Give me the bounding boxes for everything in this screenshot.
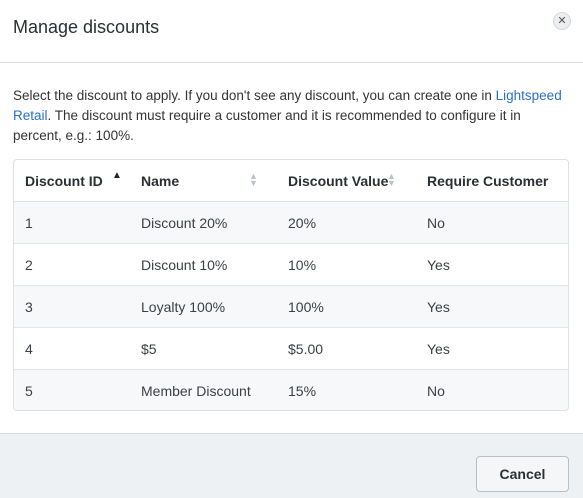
column-header-require-customer: Require Customer [416, 160, 568, 202]
cell-require-customer: No [416, 201, 568, 244]
description-text-before: Select the discount to apply. If you don… [13, 88, 496, 103]
modal-header: Manage discounts ✕ [0, 0, 583, 63]
cell-require-customer: Yes [416, 243, 568, 286]
cell-name: Member Discount [130, 369, 277, 410]
cell-discount-id: 1 [14, 201, 130, 244]
cell-name: Loyalty 100% [130, 285, 277, 328]
modal-footer: Cancel [0, 433, 583, 498]
modal-title: Manage discounts [13, 17, 160, 37]
cell-discount-value: 100% [277, 285, 416, 328]
cell-name: Discount 10% [130, 243, 277, 286]
cell-discount-value: 10% [277, 243, 416, 286]
column-header-label: Discount ID [25, 172, 103, 189]
cancel-button[interactable]: Cancel [476, 456, 569, 492]
cell-discount-value: 15% [277, 369, 416, 410]
table-header-row: Discount ID ▲ Name ▲ ▼ Discount Value ▲ ▼ … [14, 160, 568, 202]
table-row[interactable]: 1 Discount 20% 20% No [14, 201, 568, 244]
sort-icon: ▲ ▼ [387, 171, 396, 188]
cell-discount-value: 20% [277, 201, 416, 244]
cell-require-customer: No [416, 369, 568, 410]
close-icon: ✕ [557, 14, 567, 27]
column-header-label: Name [141, 172, 180, 189]
table-row[interactable]: 2 Discount 10% 10% Yes [14, 243, 568, 286]
table-row[interactable]: 4 $5 $5.00 Yes [14, 327, 568, 370]
cell-discount-id: 4 [14, 327, 130, 370]
column-header-label: Discount Value [288, 172, 389, 189]
sort-icon: ▲ ▼ [249, 171, 258, 188]
discounts-table: Discount ID ▲ Name ▲ ▼ Discount Value ▲ ▼ … [14, 160, 568, 410]
cell-discount-id: 2 [14, 243, 130, 286]
column-header-label: Require Customer [427, 172, 549, 189]
cell-name: Discount 20% [130, 201, 277, 244]
manage-discounts-modal: Manage discounts ✕ Select the discount t… [0, 0, 583, 498]
cell-require-customer: Yes [416, 327, 568, 370]
table-row[interactable]: 5 Member Discount 15% No [14, 369, 568, 410]
description: Select the discount to apply. If you don… [13, 86, 569, 146]
close-button[interactable]: ✕ [553, 12, 571, 30]
cell-discount-id: 3 [14, 285, 130, 328]
description-text-after: . The discount must require a customer a… [13, 108, 521, 143]
column-header-discount-id[interactable]: Discount ID ▲ [14, 160, 130, 202]
column-header-discount-value[interactable]: Discount Value ▲ ▼ [277, 160, 416, 202]
cell-discount-id: 5 [14, 369, 130, 410]
discounts-table-container: Discount ID ▲ Name ▲ ▼ Discount Value ▲ ▼ … [13, 159, 569, 411]
table-row[interactable]: 3 Loyalty 100% 100% Yes [14, 285, 568, 328]
sort-ascending-icon: ▲ [112, 170, 122, 181]
cell-require-customer: Yes [416, 285, 568, 328]
cell-name: $5 [130, 327, 277, 370]
cell-discount-value: $5.00 [277, 327, 416, 370]
column-header-name[interactable]: Name ▲ ▼ [130, 160, 277, 202]
